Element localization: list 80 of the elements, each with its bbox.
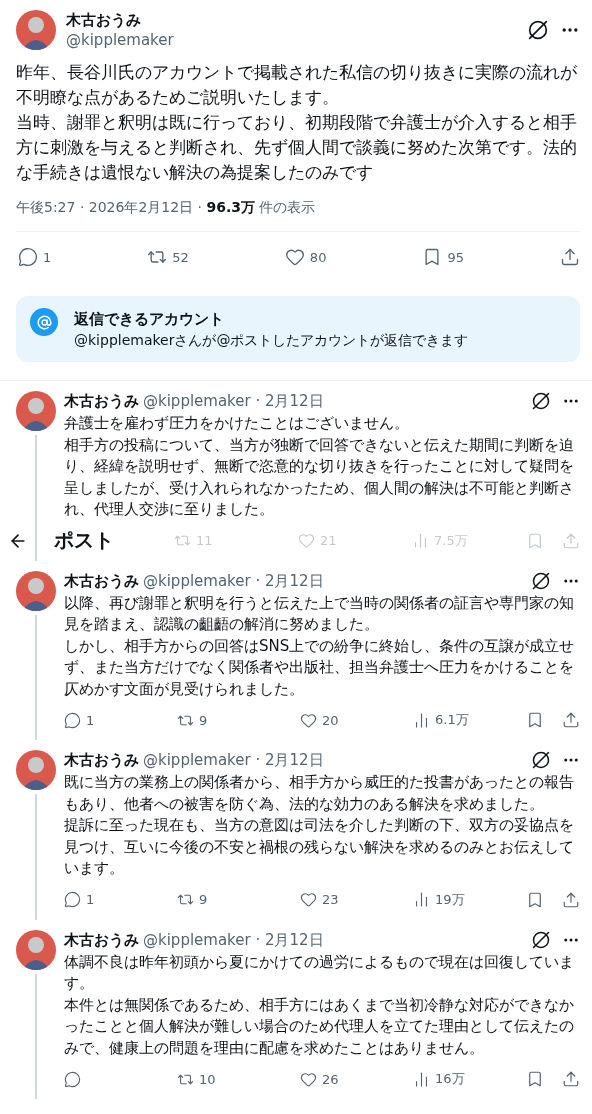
views-button[interactable]: 16万 [413,1070,465,1088]
heart-icon [300,891,317,908]
like-button[interactable]: 80 [284,247,327,267]
reply-text: しかし、相手方からの回答はSNS上での紛争に終始し、条件の互譲が成立せず、また当方だけでなく関係者や出版社、担当弁護士へ圧力をかけることを仄めかす文面が見受けられました。 [64,635,576,700]
author-name[interactable]: 木古おうみ [64,391,139,411]
avatar[interactable] [16,391,56,431]
author-handle[interactable]: @kipplemaker [66,30,518,50]
reply-text: 以降、再び謝罪と釈明を行うと伝えた上で当時の関係者の証言や専門家の知見を踏まえ、認識の齟齬の解消に努めました。 [64,592,575,635]
repost-button[interactable]: 52 [147,247,189,267]
bookmark-icon [526,890,544,909]
reply-icon [18,247,38,267]
bookmark-icon [526,1070,544,1088]
bookmark-icon [526,711,544,729]
share-icon [562,1070,580,1088]
reply-icon [64,1070,81,1088]
page-title: ポスト [54,527,115,554]
heart-icon [300,1070,317,1088]
bar-chart-icon [413,1070,430,1088]
reply-text: 本件とは無関係であるため、相手方にはあくまで当初冷静な対応ができなかったことと個人解決が難しい場合のため代理人を立てた理由として伝えたのみで、健康上の問題を理由に配慮を求めたことはありません。 [64,994,575,1059]
repost-button[interactable]: 9 [177,711,208,729]
like-button[interactable]: 23 [300,891,339,908]
repost-button[interactable]: 9 [177,891,208,908]
author-handle[interactable]: @kipplemaker · 2月12日 [143,750,528,770]
bookmark-button[interactable] [526,711,544,729]
bookmark-button[interactable] [526,890,544,909]
reply-text: 弁護士を雇わず圧力をかけたことはございません。 [64,413,410,434]
card-title: 返信できるアカウント [74,309,225,330]
bar-chart-icon [413,711,430,729]
author-handle[interactable]: @kipplemaker · 2月12日 [143,391,528,411]
author-handle[interactable]: @kipplemaker · 2月12日 [143,570,528,591]
reply-text: 提訴に至った現在も、当方の意図は司法を介した判断の下、双方の妥協点を見つけ、互いに今後の不安と禍根の残らない解決を求めるのみとお伝えしています。 [64,815,575,879]
bar-chart-icon [413,891,430,908]
reply-button[interactable]: 1 [64,891,95,908]
avatar[interactable] [16,929,56,970]
share-icon [562,890,580,909]
reply-icon [64,891,81,908]
author-name[interactable]: 木古おうみ [66,10,518,30]
author-handle[interactable]: @kipplemaker · 2月12日 [143,929,528,950]
avatar[interactable] [16,570,56,611]
card-text: @kipplemakerさんが@ポストしたアカウントが返信できます [74,331,469,350]
heart-icon [298,532,315,549]
share-icon [562,531,580,550]
avatar[interactable] [16,750,56,790]
post-text: 当時、謝罪と釈明は既に行っており、初期段階で弁護士が介入すると相手方に刺激を与えると判断され、先ず個人間で談義に努めた次第です。法的な手続きは遺恨ない解決の為提案したのみです [16,111,578,184]
author-name[interactable]: 木古おうみ [64,750,139,770]
reply-button[interactable]: 1 [18,247,52,267]
share-button[interactable] [562,890,580,909]
bar-chart-icon [412,532,429,549]
repost-button[interactable]: 10 [177,1070,216,1088]
views-button[interactable]: 19万 [413,890,465,909]
share-button[interactable] [560,247,580,267]
at-sign-icon [30,308,58,336]
share-icon [560,247,580,267]
bookmark-button[interactable]: 95 [422,247,464,267]
reply-text: 相手方の投稿について、当方が独断で回答できないと伝えた期間に判断を迫り、経緯を説明せず、無断で恣意的な切り抜きを行ったことに対して疑問を呈しましたが、受け入れられなかったため、個人間の解決は不可能と判断され、代理人交渉に至りました。 [64,434,575,520]
like-button[interactable]: 20 [300,711,339,729]
reply-button[interactable] [64,1070,81,1088]
bookmark-icon [526,531,544,550]
share-icon [562,711,580,729]
reply-icon [64,711,81,729]
post-meta: 午後5:27 · 2026年2月12日 · 96.3万 件の表示 [16,199,317,217]
reply-button[interactable]: 1 [64,711,95,729]
views-button[interactable]: 6.1万 [413,711,469,729]
bookmark-button[interactable] [526,1070,544,1088]
slashed-circle-icon[interactable] [532,392,550,410]
avatar[interactable] [16,10,56,50]
like-button[interactable]: 26 [300,1070,339,1088]
reply-text: 既に当方の業務上の関係者から、相手方から威圧的た投書があったとの報告もあり、他者への被害を防ぐ為、法的な効力のある解決を求めました。 [64,772,575,815]
heart-icon [284,247,305,267]
post-text: 昨年、長谷川氏のアカウントで掲載された私信の切り抜きに実際の流れが不明瞭な点があるためご説明いたします。 [16,61,578,109]
slashed-circle-icon[interactable] [528,20,548,40]
heart-icon [300,711,317,729]
share-button[interactable] [562,711,580,729]
author-name[interactable]: 木古おうみ [64,929,139,950]
slashed-circle-icon[interactable] [532,571,550,590]
reply-text: 体調不良は昨年初頭から夏にかけての過労によるもので現在は回復しています。 [64,951,575,994]
slashed-circle-icon[interactable] [532,751,550,769]
author-name[interactable]: 木古おうみ [64,570,139,591]
share-button[interactable] [562,1070,580,1088]
slashed-circle-icon[interactable] [532,930,550,949]
